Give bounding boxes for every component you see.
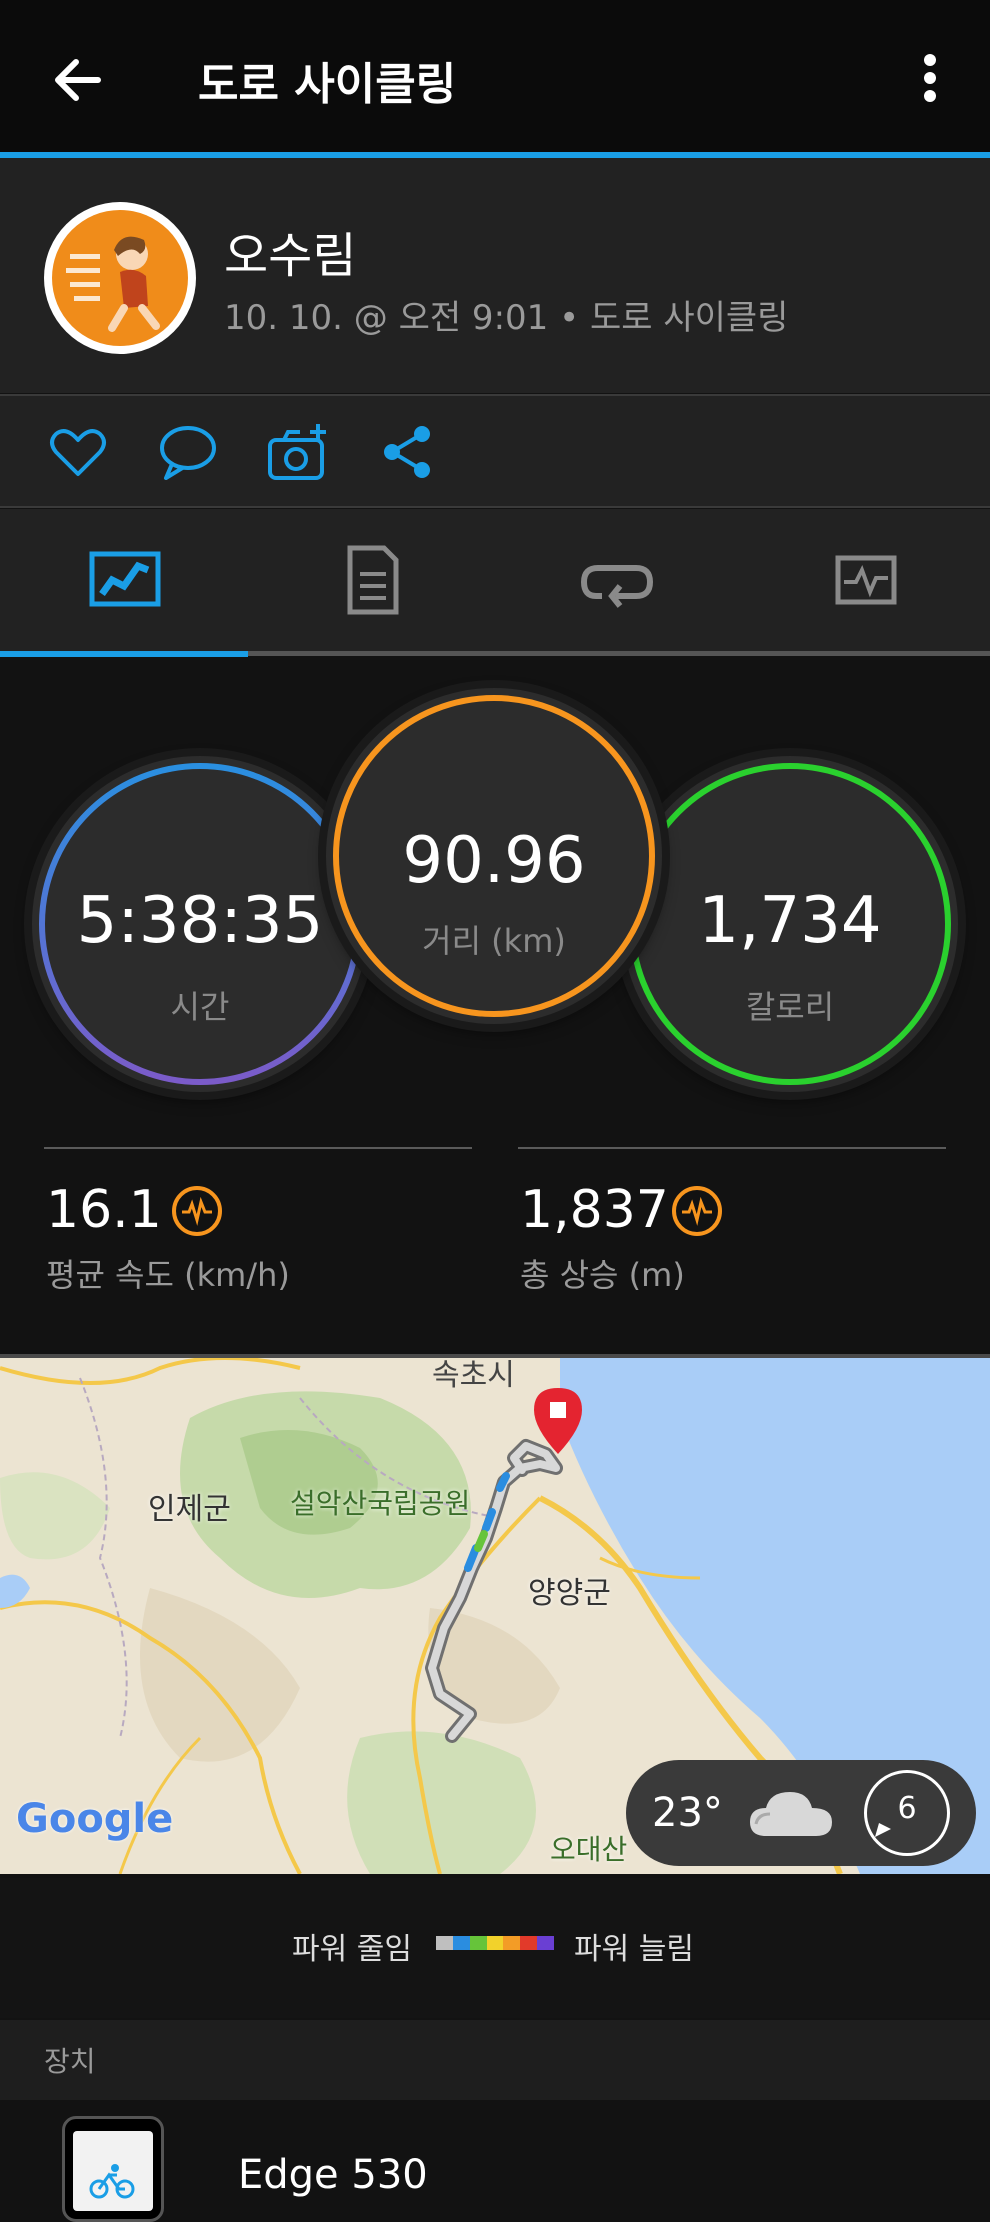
map-label-yangyang: 양양군 xyxy=(528,1576,611,1611)
divider xyxy=(518,1147,946,1149)
legend-right-label: 파워 늘림 xyxy=(574,1932,694,1967)
power-legend: 파워 줄임 파워 늘림 xyxy=(0,1878,990,2018)
tab-laps-icon[interactable] xyxy=(572,540,662,620)
legend-swatch xyxy=(537,1936,555,1950)
calories-circle: 1,734 칼로리 xyxy=(622,756,958,1092)
legend-swatch xyxy=(520,1936,538,1950)
page-title: 도로 사이클링 xyxy=(198,59,457,110)
legend-swatch xyxy=(503,1936,521,1950)
map-label-inje: 인제군 xyxy=(148,1492,231,1527)
comment-icon[interactable] xyxy=(156,420,220,484)
time-label: 시간 xyxy=(170,988,230,1026)
divider xyxy=(44,1147,472,1149)
performance-wave-icon[interactable] xyxy=(172,1186,222,1236)
back-arrow-icon[interactable] xyxy=(48,50,108,110)
legend-swatch xyxy=(452,1936,470,1950)
legend-swatch xyxy=(436,1936,453,1950)
google-logo: Google xyxy=(16,1796,174,1842)
tab-charts-icon[interactable] xyxy=(820,540,910,620)
app-bar xyxy=(0,0,990,155)
map-label-seoraksan: 설악산국립공원 xyxy=(290,1487,471,1520)
map-label-odaesan: 오대산 xyxy=(550,1833,628,1866)
avg-speed-value: 16.1 xyxy=(46,1180,162,1240)
legend-swatch xyxy=(469,1936,487,1950)
tab-summary-icon[interactable] xyxy=(80,540,170,620)
wind-compass-icon: 6 xyxy=(864,1770,950,1856)
performance-wave-icon[interactable] xyxy=(672,1186,722,1236)
device-image-icon xyxy=(62,2116,164,2222)
time-value: 5:38:35 xyxy=(76,884,324,958)
device-row[interactable]: Edge 530 xyxy=(0,2100,990,2222)
cloud-icon xyxy=(746,1784,836,1844)
avatar-runner-icon xyxy=(52,210,188,346)
ascent-label: 총 상승 (m) xyxy=(520,1256,685,1294)
legend-left-label: 파워 줄임 xyxy=(292,1932,412,1967)
distance-circle: 90.96 거리 (km) xyxy=(326,688,662,1024)
power-gradient-bar xyxy=(436,1936,555,1950)
distance-label: 거리 (km) xyxy=(422,922,566,960)
add-photo-icon[interactable] xyxy=(266,420,330,484)
share-icon[interactable] xyxy=(376,420,440,484)
weather-pill[interactable]: 23° 6 xyxy=(626,1760,976,1866)
device-section-header: 장치 xyxy=(0,2020,990,2100)
map-label-sokcho: 속초시 xyxy=(432,1358,515,1393)
distance-value: 90.96 xyxy=(402,824,586,898)
temperature-value: 23° xyxy=(652,1790,723,1836)
ascent-value: 1,837 xyxy=(520,1180,669,1240)
tab-details-icon[interactable] xyxy=(326,540,416,620)
calories-value: 1,734 xyxy=(698,884,882,958)
heart-icon[interactable] xyxy=(46,420,110,484)
avg-speed-label: 평균 속도 (km/h) xyxy=(46,1256,290,1294)
device-section-title: 장치 xyxy=(44,2045,96,2078)
divider xyxy=(0,506,990,508)
athlete-name[interactable]: 오수림 xyxy=(224,216,356,286)
time-circle: 5:38:35 시간 xyxy=(32,756,368,1092)
action-bar xyxy=(0,396,990,506)
legend-swatch xyxy=(486,1936,504,1950)
device-name: Edge 530 xyxy=(238,2152,428,2198)
tab-active-indicator xyxy=(0,651,248,657)
activity-meta: 10. 10. @ 오전 9:01 • 도로 사이클링 xyxy=(224,298,789,338)
more-options-icon[interactable] xyxy=(910,50,950,110)
calories-label: 칼로리 xyxy=(745,988,835,1026)
